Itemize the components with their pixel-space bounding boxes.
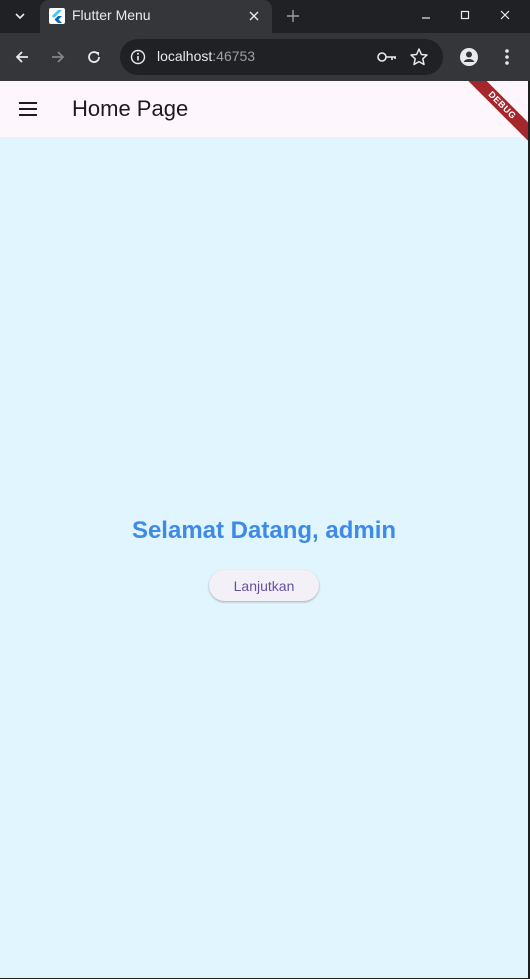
address-bar[interactable]: localhost:46753: [120, 39, 443, 75]
url-text[interactable]: localhost:46753: [157, 48, 255, 64]
browser-titlebar: Flutter Menu: [0, 0, 530, 33]
account-icon: [460, 48, 478, 66]
flutter-icon: [49, 8, 65, 24]
app-bar: Home Page: [0, 81, 528, 137]
maximize-button[interactable]: [445, 0, 485, 30]
minimize-icon: [422, 17, 430, 19]
url-host: localhost: [157, 48, 213, 64]
tab-search-button[interactable]: [8, 4, 32, 28]
reload-icon: [88, 51, 100, 63]
arrow-right-icon: [52, 51, 65, 63]
site-info-button[interactable]: [128, 47, 148, 67]
info-icon: [130, 49, 146, 65]
url-port: :46753: [212, 48, 256, 64]
window-close-button[interactable]: [485, 0, 525, 30]
minimize-button[interactable]: [406, 0, 446, 30]
arrow-left-icon: [15, 51, 28, 63]
browser-menu-button[interactable]: [493, 43, 521, 71]
maximize-icon: [460, 10, 470, 20]
reload-button[interactable]: [80, 43, 108, 71]
plus-icon: [287, 10, 299, 22]
app-viewport: Home Page DEBUG Selamat Datang, admin La…: [0, 81, 528, 978]
welcome-text: Selamat Datang, admin: [131, 517, 397, 544]
page-title: Home Page: [72, 96, 189, 121]
tab-close-button[interactable]: [244, 6, 264, 26]
bookmark-star-icon[interactable]: [408, 47, 430, 67]
profile-button[interactable]: [455, 43, 483, 71]
browser-tab[interactable]: Flutter Menu: [40, 0, 272, 33]
drawer-menu-button[interactable]: [12, 93, 44, 125]
chevron-down-icon: [15, 13, 25, 20]
more-vertical-icon: [505, 49, 509, 65]
close-icon: [249, 11, 259, 21]
forward-button[interactable]: [44, 43, 72, 71]
key-icon[interactable]: [376, 47, 398, 67]
close-icon: [500, 10, 510, 20]
tab-title: Flutter Menu: [72, 7, 151, 23]
new-tab-button[interactable]: [282, 5, 304, 27]
back-button[interactable]: [8, 43, 36, 71]
browser-toolbar: localhost:46753: [0, 33, 530, 81]
hamburger-menu-icon: [19, 102, 37, 116]
continue-button[interactable]: Lanjutkan: [209, 570, 319, 601]
